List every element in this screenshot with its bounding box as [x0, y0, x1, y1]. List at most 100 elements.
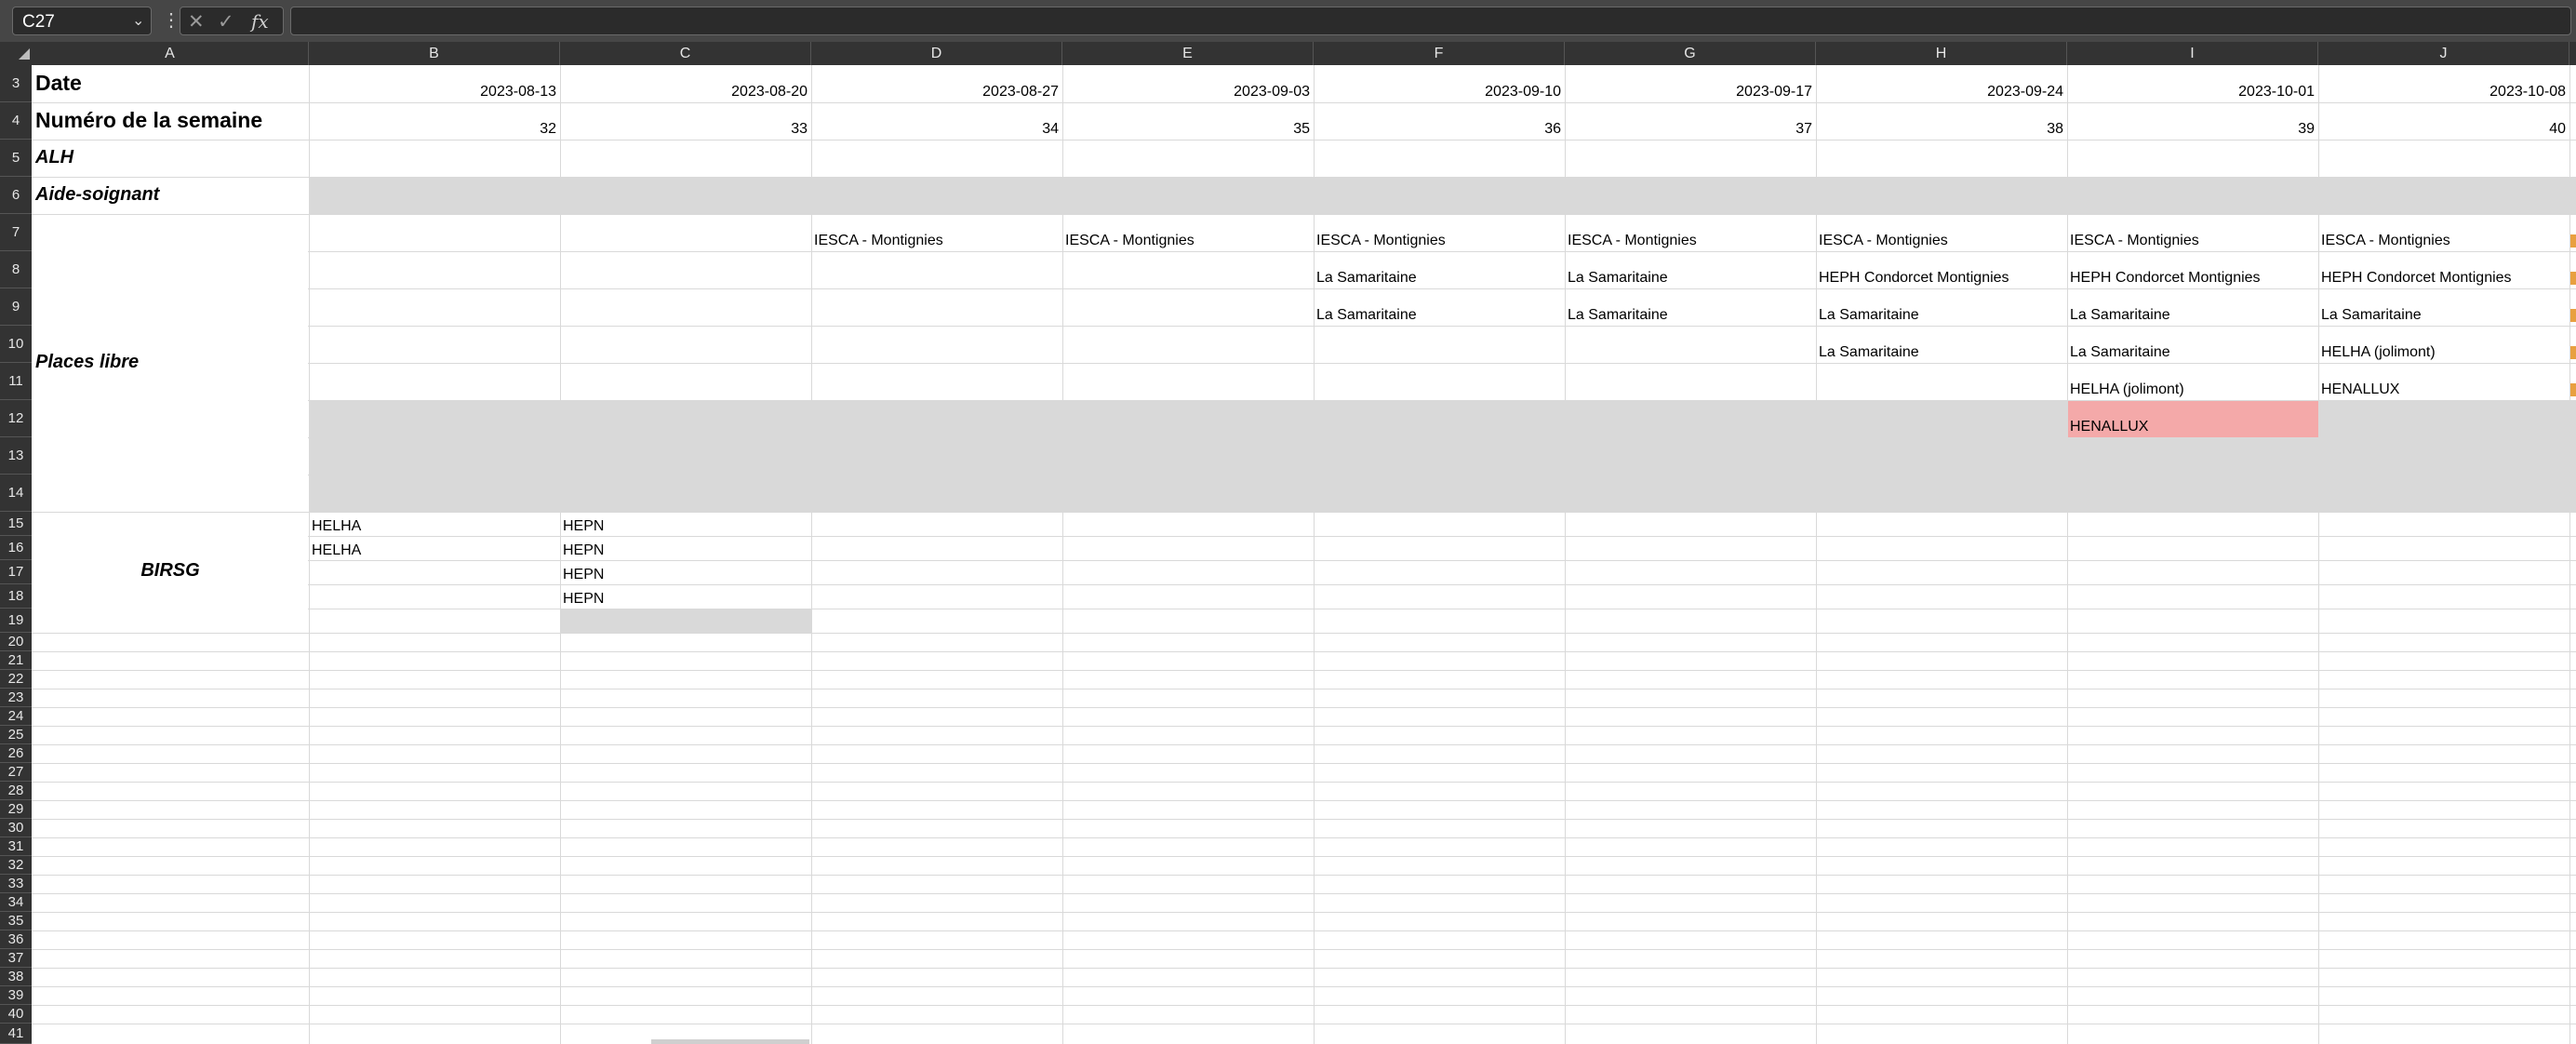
date-cell[interactable]: 2023-08-20	[560, 84, 808, 100]
place-cell[interactable]: La Samaritaine	[1819, 344, 1919, 361]
date-cell[interactable]: 2023-09-24	[1816, 84, 2063, 100]
row-header-29[interactable]: 29	[0, 800, 32, 819]
row-header-3[interactable]: 3	[0, 65, 32, 102]
date-cell[interactable]: 2023-09-10	[1314, 84, 1561, 100]
week-cell[interactable]: 34	[811, 121, 1059, 138]
week-cell[interactable]: 38	[1816, 121, 2063, 138]
place-cell[interactable]: IESCA - Montignies	[1316, 233, 1446, 249]
horizontal-scrollbar-thumb[interactable]	[651, 1039, 809, 1044]
birsg-cell[interactable]: HEPN	[563, 518, 604, 535]
row-header-11[interactable]: 11	[0, 363, 32, 400]
row-header-33[interactable]: 33	[0, 875, 32, 893]
birsg-cell[interactable]: HELHA	[312, 542, 361, 559]
week-cell[interactable]: 35	[1062, 121, 1310, 138]
birsg-cell[interactable]: HEPN	[563, 591, 604, 608]
row-header-41[interactable]: 41	[0, 1024, 32, 1044]
row-header-34[interactable]: 34	[0, 893, 32, 912]
name-box[interactable]: C27 ⌄	[12, 7, 152, 35]
column-header-e[interactable]: E	[1062, 42, 1314, 65]
row-header-39[interactable]: 39	[0, 986, 32, 1005]
place-cell[interactable]: La Samaritaine	[1316, 307, 1417, 324]
row-header-6[interactable]: 6	[0, 177, 32, 214]
row-header-21[interactable]: 21	[0, 651, 32, 670]
week-cell[interactable]: 33	[560, 121, 808, 138]
row-header-9[interactable]: 9	[0, 288, 32, 326]
row-header-19[interactable]: 19	[0, 609, 32, 633]
row-header-22[interactable]: 22	[0, 670, 32, 689]
column-header-i[interactable]: I	[2067, 42, 2318, 65]
function-icon[interactable]: fx	[251, 10, 269, 33]
more-options-icon[interactable]: ⋮	[162, 8, 180, 32]
place-cell[interactable]: IESCA - Montignies	[1819, 233, 1948, 249]
row-header-14[interactable]: 14	[0, 475, 32, 512]
birsg-cell[interactable]: HEPN	[563, 567, 604, 583]
place-cell[interactable]: IESCA - Montignies	[2070, 233, 2199, 249]
row-header-7[interactable]: 7	[0, 214, 32, 251]
row-header-37[interactable]: 37	[0, 949, 32, 968]
place-cell[interactable]: IESCA - Montignies	[814, 233, 943, 249]
birsg-cell[interactable]: HEPN	[563, 542, 604, 559]
name-box-value[interactable]: C27	[22, 12, 55, 33]
column-header-b[interactable]: B	[309, 42, 560, 65]
row-header-27[interactable]: 27	[0, 763, 32, 782]
column-header-c[interactable]: C	[560, 42, 811, 65]
formula-input[interactable]	[290, 7, 2571, 35]
place-cell[interactable]: La Samaritaine	[1568, 307, 1668, 324]
place-cell[interactable]: IESCA - Montignies	[2321, 233, 2450, 249]
column-header-a[interactable]: A	[32, 42, 309, 65]
column-header-f[interactable]: F	[1314, 42, 1565, 65]
date-cell[interactable]: 2023-09-17	[1565, 84, 1812, 100]
place-cell[interactable]: La Samaritaine	[2070, 344, 2170, 361]
place-cell[interactable]: IESCA - Montignies	[1065, 233, 1195, 249]
week-cell[interactable]: 40	[2318, 121, 2566, 138]
row-header-25[interactable]: 25	[0, 726, 32, 744]
row-header-24[interactable]: 24	[0, 707, 32, 726]
select-all-triangle-icon[interactable]	[19, 48, 30, 60]
row-header-12[interactable]: 12	[0, 400, 32, 437]
week-cell[interactable]: 39	[2067, 121, 2315, 138]
row-header-26[interactable]: 26	[0, 744, 32, 763]
place-cell[interactable]: La Samaritaine	[1819, 307, 1919, 324]
row-header-16[interactable]: 16	[0, 536, 32, 560]
row-header-5[interactable]: 5	[0, 140, 32, 177]
row-header-32[interactable]: 32	[0, 856, 32, 875]
row-header-38[interactable]: 38	[0, 968, 32, 986]
row-header-30[interactable]: 30	[0, 819, 32, 837]
column-header-g[interactable]: G	[1565, 42, 1816, 65]
row-header-18[interactable]: 18	[0, 584, 32, 609]
column-header-d[interactable]: D	[811, 42, 1062, 65]
chevron-down-icon[interactable]: ⌄	[132, 11, 144, 30]
gray-cell-c19[interactable]	[561, 609, 811, 633]
row-header-40[interactable]: 40	[0, 1005, 32, 1024]
date-cell[interactable]: 2023-08-13	[309, 84, 556, 100]
date-cell[interactable]: 2023-10-01	[2067, 84, 2315, 100]
row-header-13[interactable]: 13	[0, 437, 32, 475]
place-cell[interactable]: La Samaritaine	[1316, 270, 1417, 287]
cancel-icon[interactable]: ✕	[188, 10, 205, 33]
date-cell[interactable]: 2023-10-08	[2318, 84, 2566, 100]
week-cell[interactable]: 37	[1565, 121, 1812, 138]
row-header-31[interactable]: 31	[0, 837, 32, 856]
place-cell[interactable]: La Samaritaine	[2321, 307, 2422, 324]
place-cell[interactable]: La Samaritaine	[2070, 307, 2170, 324]
place-cell[interactable]: La Samaritaine	[1568, 270, 1668, 287]
place-cell[interactable]: HEPH Condorcet Montignies	[2321, 270, 2512, 287]
place-cell[interactable]: HENALLUX	[2321, 381, 2399, 398]
place-cell[interactable]: HELHA (jolimont)	[2070, 381, 2184, 398]
place-cell[interactable]: HEPH Condorcet Montignies	[2070, 270, 2261, 287]
row-header-23[interactable]: 23	[0, 689, 32, 707]
place-cell[interactable]: HEPH Condorcet Montignies	[1819, 270, 2009, 287]
week-cell[interactable]: 32	[309, 121, 556, 138]
row-header-10[interactable]: 10	[0, 326, 32, 363]
week-cell[interactable]: 36	[1314, 121, 1561, 138]
row-header-8[interactable]: 8	[0, 251, 32, 288]
birsg-cell[interactable]: HELHA	[312, 518, 361, 535]
place-cell[interactable]: IESCA - Montignies	[1568, 233, 1697, 249]
row-header-20[interactable]: 20	[0, 633, 32, 651]
row-header-17[interactable]: 17	[0, 560, 32, 584]
row-header-28[interactable]: 28	[0, 782, 32, 800]
confirm-icon[interactable]: ✓	[218, 10, 234, 33]
row-header-35[interactable]: 35	[0, 912, 32, 930]
row-header-15[interactable]: 15	[0, 512, 32, 536]
column-header-h[interactable]: H	[1816, 42, 2067, 65]
